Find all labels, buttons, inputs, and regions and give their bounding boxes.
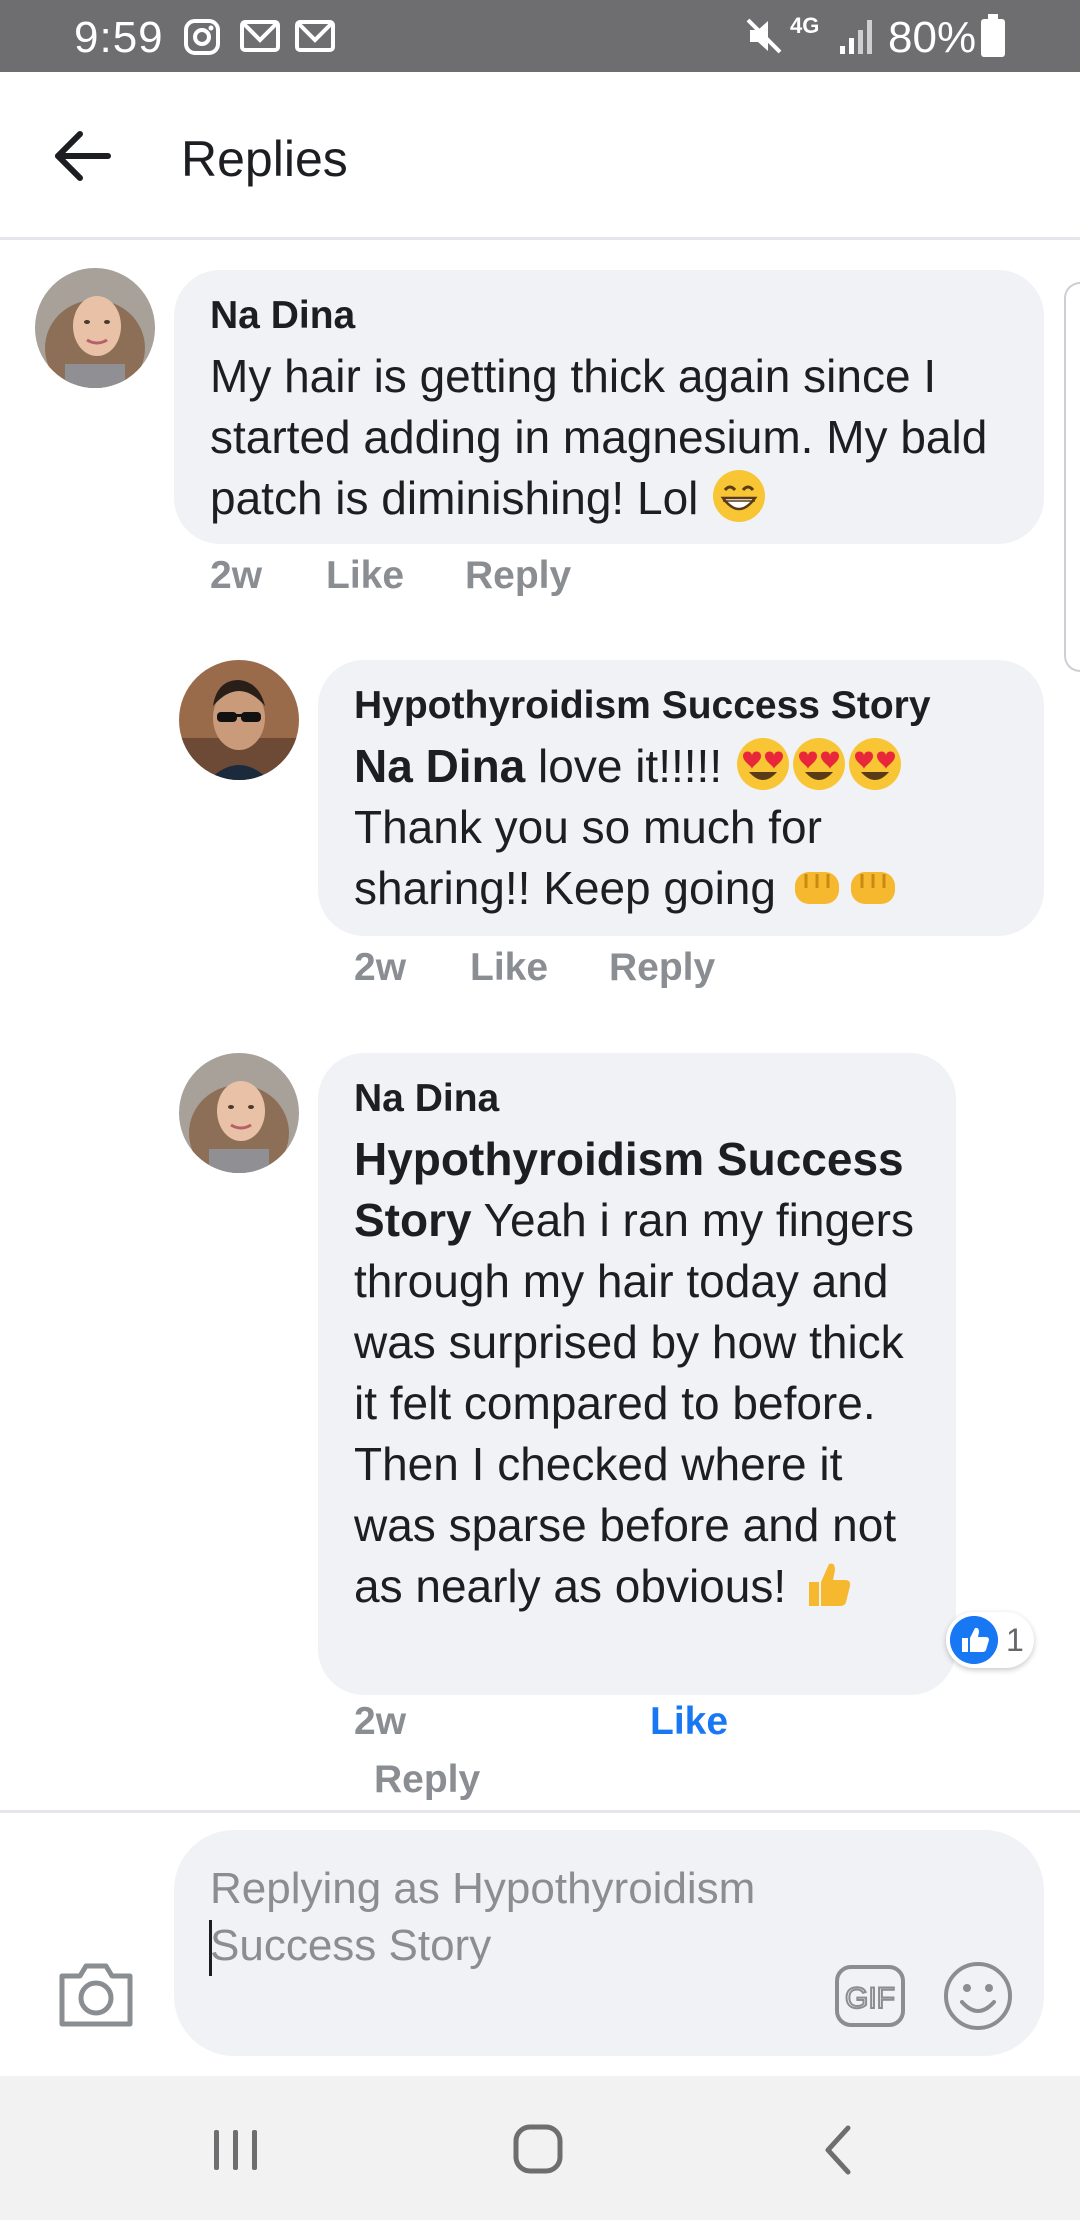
battery-icon xyxy=(981,14,1005,57)
chevron-left-icon xyxy=(825,2125,851,2175)
comment-text: Yeah i ran my fingers through my hair to… xyxy=(354,1194,914,1612)
comment-author[interactable]: Hypothyroidism Success Story xyxy=(354,684,1008,728)
comment-time: 2w xyxy=(210,554,263,597)
camera-button[interactable] xyxy=(56,1958,136,2030)
fist-emoji xyxy=(850,872,895,904)
battery-percent: 80% xyxy=(888,13,977,62)
thumbs-up-emoji xyxy=(808,1563,851,1606)
gif-label: GIF xyxy=(845,1982,895,2015)
home-icon xyxy=(513,2124,563,2174)
comment-time: 2w xyxy=(354,1700,407,1743)
network-4g-icon: 4G xyxy=(790,13,820,38)
instagram-icon xyxy=(184,19,220,55)
grinning-face-emoji xyxy=(713,470,766,522)
comment-bubble[interactable]: Na Dina My hair is getting thick again s… xyxy=(174,270,1044,544)
signal-icon xyxy=(840,20,872,54)
avatar[interactable] xyxy=(179,660,299,780)
avatar[interactable] xyxy=(179,1053,299,1173)
home-button[interactable] xyxy=(508,2122,568,2178)
gif-button[interactable]: GIF xyxy=(834,1964,906,2028)
comment-bubble[interactable]: Na Dina Hypothyroidism Success Story Yea… xyxy=(318,1053,956,1695)
status-bar: 9:59 4G 80% xyxy=(0,0,1080,72)
reply-button[interactable]: Reply xyxy=(609,946,715,990)
reply-button[interactable]: Reply xyxy=(374,1758,480,1802)
like-reaction-icon xyxy=(950,1616,998,1664)
back-button[interactable] xyxy=(44,116,124,196)
comment-text: love it!!!!! xyxy=(525,740,735,792)
comment-time: 2w xyxy=(354,946,407,989)
emoji-picker-button[interactable] xyxy=(942,1960,1014,2032)
comment-author[interactable]: Na Dina xyxy=(354,1077,926,1121)
comment-text: Thank you so much for sharing!! Keep goi… xyxy=(354,801,822,914)
status-time: 9:59 xyxy=(74,13,164,62)
camera-icon xyxy=(59,1963,133,2027)
gmail-icon xyxy=(240,20,280,52)
comment-text: My hair is getting thick again since I s… xyxy=(210,350,988,524)
avatar[interactable] xyxy=(35,268,155,388)
recent-apps-button[interactable] xyxy=(206,2122,266,2178)
divider xyxy=(0,1810,1080,1813)
arrow-left-icon xyxy=(55,131,111,181)
replies-header: Replies xyxy=(0,72,1080,240)
reaction-count: 1 xyxy=(1006,1622,1024,1658)
reply-input[interactable]: Replying as Hypothyroidism Success Story xyxy=(210,1860,770,1974)
back-nav-button[interactable] xyxy=(812,2122,872,2178)
gmail-icon xyxy=(295,20,335,52)
mention-link[interactable]: Na Dina xyxy=(354,740,525,792)
reply-composer[interactable]: Replying as Hypothyroidism Success Story… xyxy=(174,1830,1044,2056)
mute-icon xyxy=(746,18,782,54)
recent-apps-icon xyxy=(214,2130,257,2170)
comment-bubble[interactable]: Hypothyroidism Success Story Na Dina lov… xyxy=(318,660,1044,936)
reply-button[interactable]: Reply xyxy=(465,554,571,598)
like-button[interactable]: Like xyxy=(650,1700,728,1744)
fist-emoji xyxy=(794,872,839,904)
like-button[interactable]: Like xyxy=(326,554,404,598)
reaction-badge[interactable]: 1 xyxy=(946,1612,1034,1668)
system-nav-bar xyxy=(0,2076,1080,2220)
page-title: Replies xyxy=(181,131,348,187)
heart-eyes-emoji xyxy=(736,738,789,790)
comment-author[interactable]: Na Dina xyxy=(210,294,1008,338)
text-caret xyxy=(209,1920,212,1976)
scroll-indicator xyxy=(1064,282,1080,672)
smiley-icon xyxy=(944,1962,1012,2030)
heart-eyes-emoji xyxy=(792,738,845,790)
heart-eyes-emoji xyxy=(848,738,901,790)
like-button[interactable]: Like xyxy=(470,946,548,990)
